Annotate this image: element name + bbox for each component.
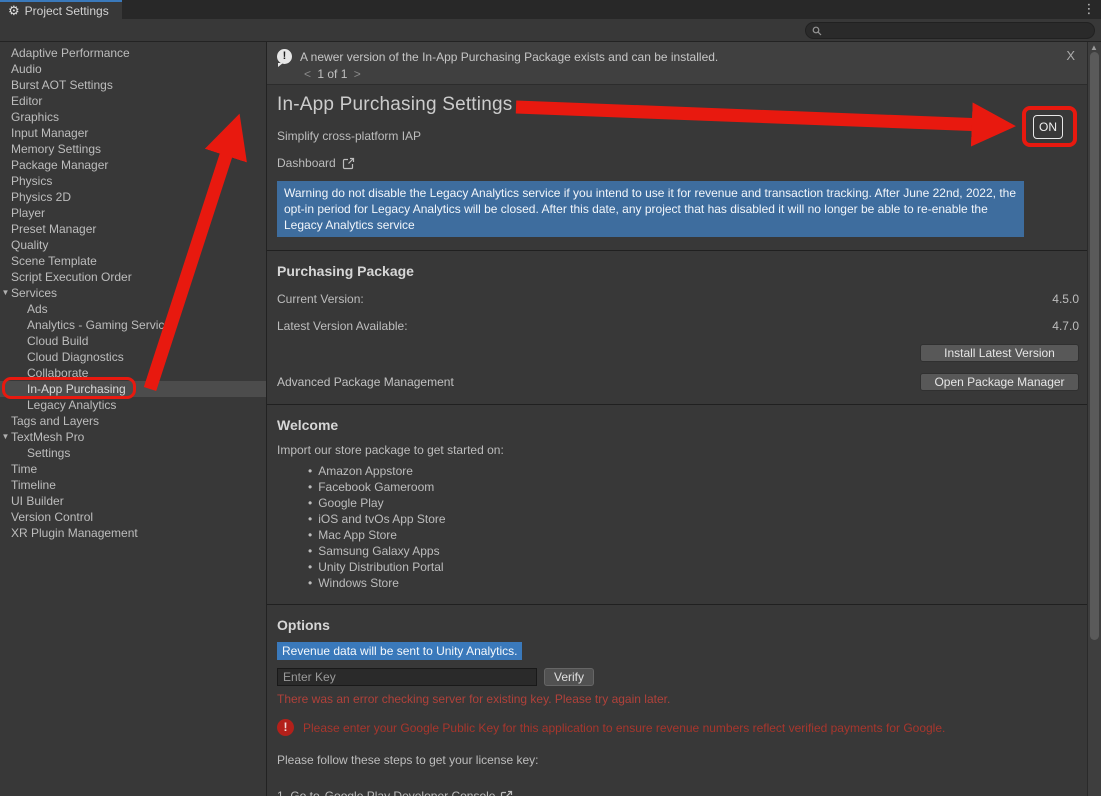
sidebar-item-collaborate[interactable]: Collaborate (0, 365, 266, 381)
pager-next-icon[interactable]: > (351, 67, 364, 81)
sidebar-item-physics-2d[interactable]: Physics 2D (0, 189, 266, 205)
error-icon: ! (277, 719, 294, 736)
latest-version-label: Latest Version Available: (277, 319, 408, 333)
section-divider (267, 250, 1101, 251)
welcome-intro: Import our store package to get started … (277, 443, 1087, 457)
sidebar-item-memory-settings[interactable]: Memory Settings (0, 141, 266, 157)
sidebar-item-ui-builder[interactable]: UI Builder (0, 493, 266, 509)
install-latest-version-button[interactable]: Install Latest Version (920, 344, 1079, 362)
sidebar-item-ads[interactable]: Ads (0, 301, 266, 317)
notification-bubble-icon: ! (277, 49, 292, 64)
sidebar-item-timeline[interactable]: Timeline (0, 477, 266, 493)
section-divider (267, 604, 1101, 605)
toolbar (0, 19, 1101, 42)
foldout-triangle-icon[interactable]: ▼ (1, 429, 10, 445)
store-list-item: Google Play (308, 495, 1087, 511)
store-list-item: Samsung Galaxy Apps (308, 543, 1087, 559)
purchasing-package-title: Purchasing Package (277, 263, 1087, 279)
latest-version-value: 4.7.0 (1052, 319, 1079, 333)
sidebar-item-preset-manager[interactable]: Preset Manager (0, 221, 266, 237)
store-list-item: Windows Store (308, 575, 1087, 591)
search-icon (812, 26, 822, 36)
notification-pager: < 1 of 1 > (301, 67, 1077, 81)
section-divider (267, 404, 1101, 405)
settings-content: ! A newer version of the In-App Purchasi… (267, 42, 1101, 796)
sidebar-item-settings[interactable]: Settings (0, 445, 266, 461)
vertical-scrollbar[interactable]: ▲ (1087, 42, 1101, 796)
tab-project-settings[interactable]: ⚙ Project Settings (0, 0, 122, 19)
sidebar-item-graphics[interactable]: Graphics (0, 109, 266, 125)
external-link-icon[interactable] (500, 790, 513, 796)
sidebar-item-xr-plugin-management[interactable]: XR Plugin Management (0, 525, 266, 541)
current-version-label: Current Version: (277, 292, 364, 306)
page-title: In-App Purchasing Settings (277, 94, 1087, 116)
welcome-title: Welcome (277, 417, 1087, 433)
sidebar-item-burst-aot-settings[interactable]: Burst AOT Settings (0, 77, 266, 93)
google-key-error-text: Please enter your Google Public Key for … (303, 721, 945, 736)
settings-sidebar: Adaptive PerformanceAudioBurst AOT Setti… (0, 42, 267, 796)
current-version-value: 4.5.0 (1052, 292, 1079, 306)
dashboard-link[interactable]: Dashboard (277, 156, 336, 170)
store-list-item: Amazon Appstore (308, 463, 1087, 479)
step1-prefix: 1. Go to (277, 789, 320, 796)
sidebar-item-analytics-gaming-services[interactable]: Analytics - Gaming Services (0, 317, 266, 333)
options-title: Options (277, 617, 1087, 633)
sidebar-item-time[interactable]: Time (0, 461, 266, 477)
tab-bar: ⚙ Project Settings ⋮ (0, 0, 1101, 19)
store-list: Amazon AppstoreFacebook GameroomGoogle P… (308, 463, 1087, 591)
legacy-analytics-warning: Warning do not disable the Legacy Analyt… (277, 181, 1024, 237)
sidebar-item-version-control[interactable]: Version Control (0, 509, 266, 525)
sidebar-item-cloud-diagnostics[interactable]: Cloud Diagnostics (0, 349, 266, 365)
sidebar-list: Adaptive PerformanceAudioBurst AOT Setti… (0, 45, 266, 541)
iap-toggle-on-button[interactable]: ON (1033, 115, 1063, 139)
scroll-up-icon[interactable]: ▲ (1090, 43, 1098, 52)
kebab-menu-icon[interactable]: ⋮ (1081, 1, 1097, 17)
store-list-item: Mac App Store (308, 527, 1087, 543)
sidebar-item-package-manager[interactable]: Package Manager (0, 157, 266, 173)
open-package-manager-button[interactable]: Open Package Manager (920, 373, 1079, 391)
advanced-package-management-label: Advanced Package Management (277, 375, 454, 389)
pager-count: 1 of 1 (317, 67, 347, 81)
external-link-icon[interactable] (342, 157, 355, 170)
scrollbar-thumb[interactable] (1090, 52, 1099, 640)
notification-message: A newer version of the In-App Purchasing… (300, 50, 718, 64)
sidebar-item-script-execution-order[interactable]: Script Execution Order (0, 269, 266, 285)
sidebar-item-services[interactable]: ▼Services (0, 285, 266, 301)
sidebar-item-physics[interactable]: Physics (0, 173, 266, 189)
gear-icon: ⚙ (8, 4, 20, 17)
server-error-text: There was an error checking server for e… (277, 692, 1087, 706)
pager-prev-icon[interactable]: < (301, 67, 314, 81)
sidebar-item-input-manager[interactable]: Input Manager (0, 125, 266, 141)
sidebar-item-in-app-purchasing[interactable]: In-App Purchasing (0, 381, 266, 397)
store-list-item: Facebook Gameroom (308, 479, 1087, 495)
sidebar-item-textmesh-pro[interactable]: ▼TextMesh Pro (0, 429, 266, 445)
sidebar-item-tags-and-layers[interactable]: Tags and Layers (0, 413, 266, 429)
google-play-console-link[interactable]: Google Play Developer Console (325, 789, 496, 796)
verify-button[interactable]: Verify (544, 668, 594, 686)
sidebar-item-audio[interactable]: Audio (0, 61, 266, 77)
tab-title: Project Settings (25, 4, 109, 18)
page-subtitle: Simplify cross-platform IAP (277, 129, 1087, 143)
sidebar-item-adaptive-performance[interactable]: Adaptive Performance (0, 45, 266, 61)
steps-intro: Please follow these steps to get your li… (277, 753, 1087, 767)
store-list-item: Unity Distribution Portal (308, 559, 1087, 575)
sidebar-item-cloud-build[interactable]: Cloud Build (0, 333, 266, 349)
search-input[interactable] (805, 22, 1095, 39)
store-list-item: iOS and tvOs App Store (308, 511, 1087, 527)
sidebar-item-legacy-analytics[interactable]: Legacy Analytics (0, 397, 266, 413)
sidebar-item-player[interactable]: Player (0, 205, 266, 221)
notification-close-icon[interactable]: X (1066, 48, 1075, 63)
foldout-triangle-icon[interactable]: ▼ (1, 285, 10, 301)
notification-bar: ! A newer version of the In-App Purchasi… (267, 42, 1087, 85)
license-key-input[interactable] (277, 668, 537, 686)
sidebar-item-quality[interactable]: Quality (0, 237, 266, 253)
revenue-note: Revenue data will be sent to Unity Analy… (277, 642, 522, 660)
sidebar-item-scene-template[interactable]: Scene Template (0, 253, 266, 269)
sidebar-item-editor[interactable]: Editor (0, 93, 266, 109)
